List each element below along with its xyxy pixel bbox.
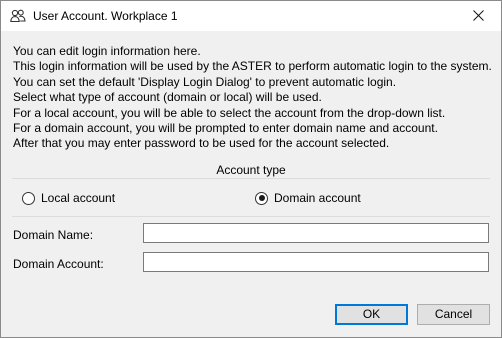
window-title: User Account. Workplace 1: [33, 9, 178, 23]
close-icon: [473, 10, 484, 21]
description-line: This login information will be used by t…: [13, 59, 492, 74]
domain-account-input[interactable]: [143, 252, 489, 272]
description-line: You can edit login information here.: [13, 44, 201, 58]
close-button[interactable]: [457, 1, 501, 31]
local-account-radio[interactable]: Local account: [22, 191, 115, 205]
description-line: For a domain account, you will be prompt…: [13, 121, 438, 136]
domain-name-label: Domain Name:: [13, 228, 94, 242]
radio-checked-icon[interactable]: [255, 191, 268, 205]
cancel-button[interactable]: Cancel: [417, 304, 490, 325]
ok-button[interactable]: OK: [335, 304, 408, 325]
users-icon: [10, 9, 26, 23]
domain-account-label-text: Domain Account:: [13, 257, 104, 271]
domain-name-input[interactable]: [143, 223, 489, 243]
description-line: Select what type of account (domain or l…: [13, 90, 322, 105]
user-account-dialog: User Account. Workplace 1 You can edit l…: [0, 0, 502, 338]
account-type-title: Account type: [216, 163, 286, 177]
domain-account-radio[interactable]: Domain account: [255, 191, 361, 205]
local-account-label[interactable]: Local account: [41, 191, 115, 205]
title-bar[interactable]: User Account. Workplace 1: [1, 1, 501, 31]
domain-account-label[interactable]: Domain account: [274, 191, 361, 205]
description-text: You can edit login information here. Thi…: [13, 44, 492, 152]
description-line: You can set the default 'Display Login D…: [13, 74, 397, 89]
description-line: For a local account, you will be able to…: [13, 105, 446, 120]
radio-unchecked-icon[interactable]: [22, 191, 35, 205]
description-line: After that you may enter password to be …: [13, 136, 390, 151]
